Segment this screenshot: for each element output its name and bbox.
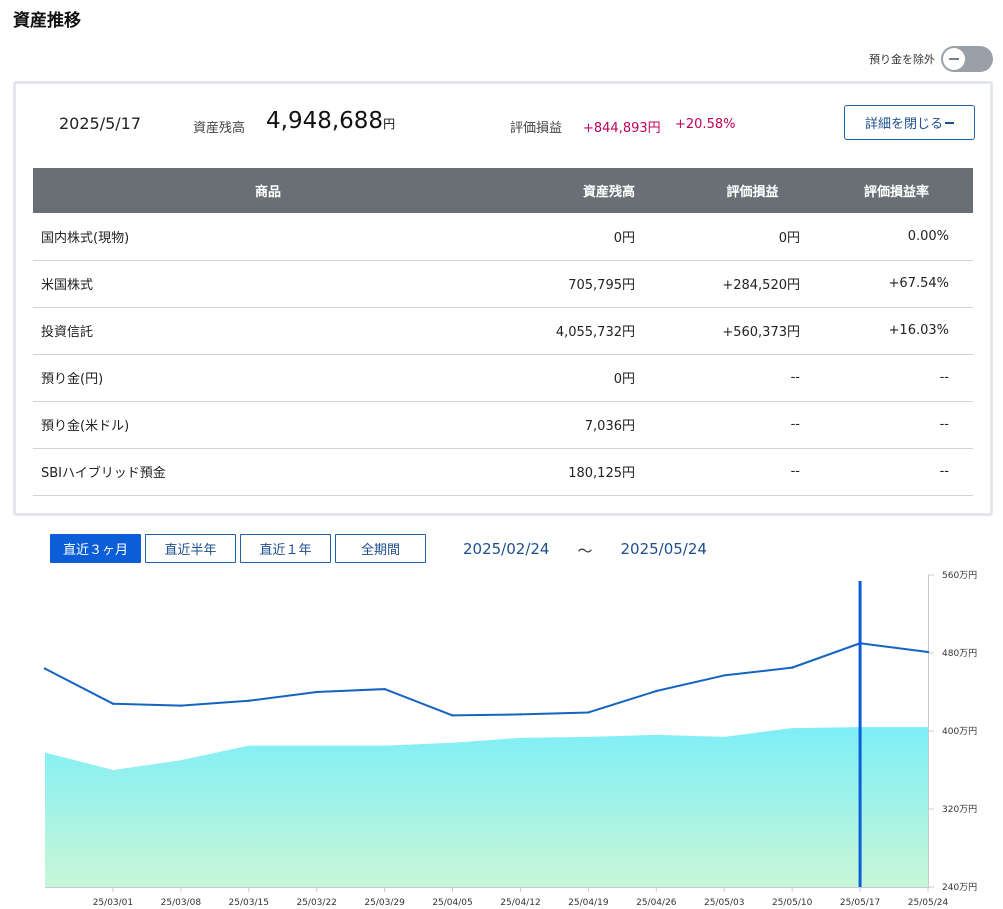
close-detail-button[interactable]: 詳細を閉じる [844,105,975,140]
line-point [451,714,454,717]
page-title: 資産推移 [13,11,81,31]
y-tick-label: 400万円 [942,726,977,737]
x-tick-label: 25/04/05 [432,898,472,908]
minus-icon [945,121,954,124]
line-point [519,713,522,716]
header-balance: 資産残高 [503,168,635,213]
y-tick-label: 480万円 [942,648,977,659]
table-row: 米国株式 705,795円 +284,520円 +67.54% [33,260,973,308]
asset-chart[interactable]: 560万円 480万円 400万円 320万円 240万円 25/03/01 25/03/0… [0,568,1003,909]
line-point [315,690,318,694]
y-tick-label: 320万円 [942,804,977,815]
header-product: 商品 [33,168,503,213]
row-rate: +67.54% [800,260,973,308]
total-asset-line-series [44,642,929,717]
range-3-months-button[interactable]: 直近３ヶ月 [50,534,141,563]
x-tick-label: 25/03/15 [229,898,269,908]
x-tick-label: 25/05/17 [840,898,880,908]
header-pl: 評価損益 [635,168,800,213]
y-tick-label: 560万円 [942,570,977,581]
table-row: 国内株式(現物) 0円 0円 0.00% [33,213,973,261]
x-tick-label: 25/05/03 [704,898,744,908]
row-balance: 4,055,732円 [503,307,635,355]
balance-value: 4,948,688円 [266,108,395,134]
x-tick-label: 25/05/24 [908,898,949,908]
row-name: SBIハイブリッド預金 [33,448,503,496]
line-point [587,711,590,714]
asset-summary: 2025/5/17 資産残高 4,948,688円 評価損益 +844,893円… [16,84,990,164]
line-point [790,666,794,669]
range-1-year-button[interactable]: 直近１年 [240,534,331,563]
pl-label: 評価損益 [510,121,563,136]
deposit-area-series [45,727,928,887]
x-tick-label: 25/03/08 [161,898,202,908]
holdings-table: 商品 資産残高 評価損益 評価損益率 国内株式(現物) 0円 0円 0.00% … [33,168,973,496]
line-point [383,687,386,691]
line-point [723,674,726,677]
row-balance: 705,795円 [503,260,635,308]
row-pl: +284,520円 [635,260,800,308]
date-from: 2025/02/24 [463,540,550,558]
balance-amount: 4,948,688 [266,108,384,134]
balance-label: 資産残高 [193,121,246,136]
range-6-months-button[interactable]: 直近半年 [145,534,236,563]
row-balance: 180,125円 [503,448,635,496]
table-header-row: 商品 資産残高 評価損益 評価損益率 [33,168,973,213]
row-pl: -- [635,354,800,402]
x-tick-label: 25/03/01 [93,898,133,908]
row-balance: 0円 [503,354,635,402]
table-row: 預り金(米ドル) 7,036円 -- -- [33,401,973,449]
table-row: 預り金(円) 0円 -- -- [33,354,973,402]
date-range: 2025/02/24 ～ 2025/05/24 [463,540,707,561]
table-row: SBIハイブリッド預金 180,125円 -- -- [33,448,973,496]
y-tick-label: 240万円 [942,882,977,893]
x-tick-label: 25/05/10 [772,898,813,908]
range-all-button[interactable]: 全期間 [335,534,426,563]
table-row: 投資信託 4,055,732円 +560,373円 +16.03% [33,307,973,355]
summary-date: 2025/5/17 [59,114,142,133]
line-point [655,689,658,693]
row-pl: 0円 [635,213,800,261]
close-detail-label: 詳細を閉じる [864,117,943,132]
date-separator: ～ [577,542,593,560]
line-point [926,650,930,654]
row-pl: +560,373円 [635,307,800,355]
row-name: 米国株式 [33,260,503,308]
exclude-deposit-label: 預り金を除外 [869,53,935,66]
exclude-deposit-toggle-group: 預り金を除外 [869,46,993,72]
row-pl: -- [635,448,800,496]
row-rate: 0.00% [800,213,973,261]
row-name: 預り金(米ドル) [33,401,503,449]
row-name: 預り金(円) [33,354,503,402]
x-tick-label: 25/04/19 [568,898,609,908]
row-balance: 0円 [503,213,635,261]
row-rate: -- [800,401,973,449]
x-tick-label: 25/03/29 [364,898,405,908]
row-name: 国内株式(現物) [33,213,503,261]
balance-unit: 円 [383,117,396,131]
row-rate: -- [800,448,973,496]
line-point [111,702,115,705]
row-name: 投資信託 [33,307,503,355]
row-rate: +16.03% [800,307,973,355]
asset-detail-panel: 2025/5/17 資産残高 4,948,688円 評価損益 +844,893円… [13,81,993,516]
header-pl-rate: 評価損益率 [800,168,973,213]
row-balance: 7,036円 [503,401,635,449]
line-point [247,699,250,702]
range-selector: 直近３ヶ月 直近半年 直近１年 全期間 [50,534,426,563]
x-tick-label: 25/04/26 [636,898,677,908]
toggle-knob-minus-icon [943,48,965,70]
x-tick-label: 25/03/22 [296,898,336,908]
line-point [43,667,47,670]
line-point [179,704,183,707]
row-pl: -- [635,401,800,449]
date-to: 2025/05/24 [620,540,707,558]
x-tick-label: 25/04/12 [500,898,540,908]
pl-value: +844,893円 [583,121,661,136]
pl-rate-value: +20.58% [675,117,736,132]
row-rate: -- [800,354,973,402]
exclude-deposit-toggle[interactable] [941,46,993,72]
